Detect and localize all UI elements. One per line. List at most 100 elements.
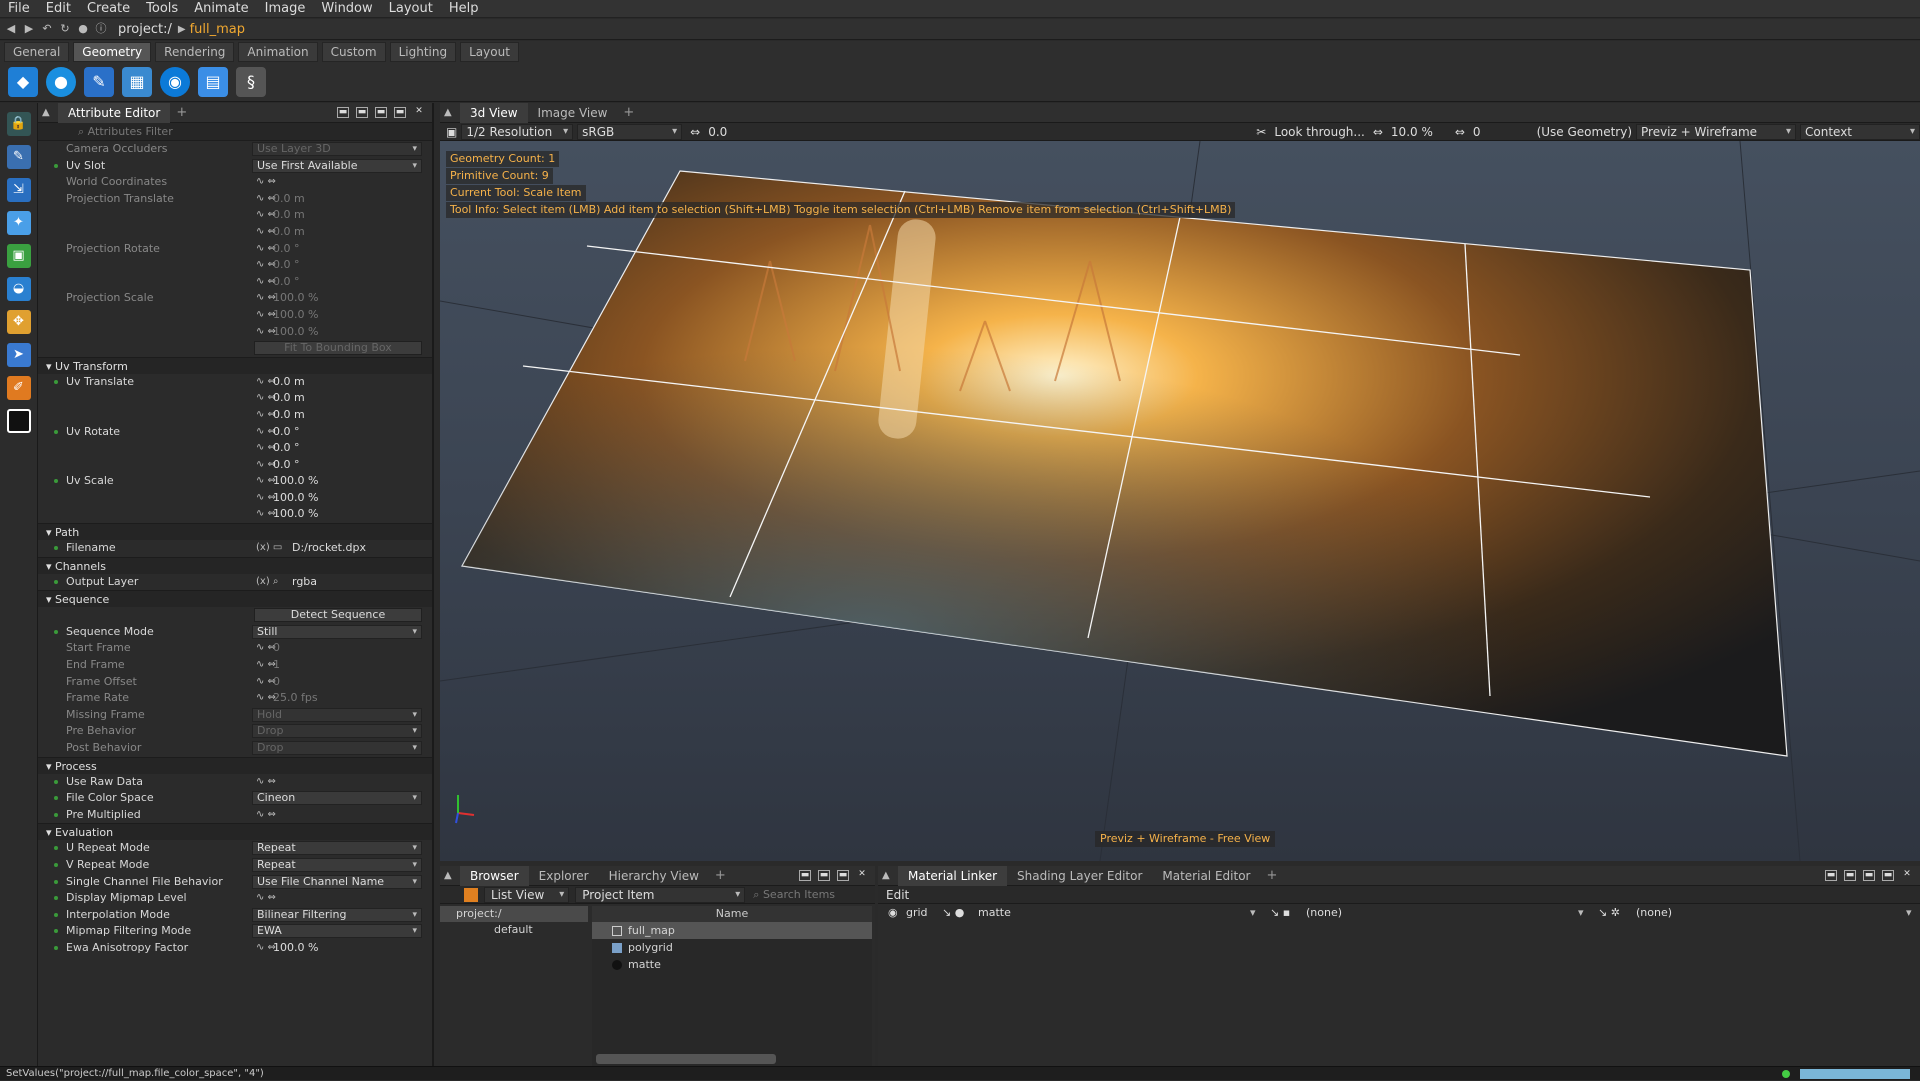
- property-value[interactable]: 0.0 °: [273, 424, 423, 441]
- tab-material-linker[interactable]: Material Linker: [898, 865, 1008, 886]
- resolution-dropdown[interactable]: 1/2 Resolution: [461, 123, 574, 140]
- shelf-tab-geometry[interactable]: Geometry: [73, 41, 152, 62]
- property-value[interactable]: 0.0 °: [273, 457, 423, 474]
- horizontal-scrollbar[interactable]: [596, 1054, 776, 1064]
- close-icon[interactable]: ✕: [1901, 870, 1913, 881]
- chevron-down-icon[interactable]: ▾: [1578, 904, 1584, 922]
- edit-menu[interactable]: Edit: [886, 888, 909, 902]
- menu-create[interactable]: Create: [79, 0, 138, 18]
- property-dropdown[interactable]: Repeat: [252, 841, 422, 856]
- item-type-dropdown[interactable]: Project Item: [575, 886, 746, 903]
- look-through-button[interactable]: Look through...: [1274, 125, 1365, 139]
- back-arrow-icon[interactable]: ◀: [4, 22, 18, 36]
- section-channels[interactable]: ▾ Channels: [38, 556, 432, 574]
- property-dropdown[interactable]: Use First Available: [252, 158, 422, 173]
- chevron-down-icon[interactable]: ▾: [1906, 904, 1912, 922]
- property-value[interactable]: 0.0 m: [273, 191, 423, 208]
- shelf-tab-rendering[interactable]: Rendering: [155, 41, 235, 62]
- section-evaluation[interactable]: ▾ Evaluation: [38, 823, 432, 841]
- layer-name[interactable]: (none): [1306, 904, 1342, 922]
- layout-icon[interactable]: ▬: [375, 107, 387, 118]
- menu-image[interactable]: Image: [257, 0, 314, 18]
- maximize-icon[interactable]: ▬: [394, 107, 406, 118]
- property-value[interactable]: 0.0 m: [273, 374, 423, 391]
- layout-icon[interactable]: ▬: [1863, 870, 1875, 881]
- lock-icon[interactable]: ▲: [42, 107, 58, 118]
- color-swatch-icon[interactable]: [6, 409, 31, 433]
- select-arrow-icon[interactable]: ➤: [6, 343, 31, 367]
- property-value[interactable]: 0.0 m: [273, 224, 423, 241]
- tree-project-root[interactable]: project:/: [440, 906, 588, 922]
- shelf-tab-general[interactable]: General: [4, 41, 70, 62]
- list-item[interactable]: matte: [592, 956, 872, 973]
- property-value[interactable]: 0.0 m: [273, 407, 423, 424]
- attributes-filter[interactable]: ⌕ Attributes Filter: [38, 123, 432, 141]
- expression-icon[interactable]: (x) ▭: [256, 540, 282, 557]
- context-dropdown[interactable]: Context: [1800, 123, 1920, 140]
- sphere-icon[interactable]: ●: [46, 66, 76, 97]
- transform-icon[interactable]: ⇲: [6, 178, 31, 202]
- maximize-icon[interactable]: ▬: [1882, 870, 1894, 881]
- property-value[interactable]: 0.0 °: [273, 257, 423, 274]
- output-layer-field[interactable]: rgba: [292, 574, 432, 591]
- property-dropdown[interactable]: Repeat: [252, 857, 422, 872]
- tab-explorer[interactable]: Explorer: [529, 866, 599, 886]
- zoom2-field[interactable]: 0: [1473, 125, 1481, 139]
- section-sequence[interactable]: ▾ Sequence: [38, 590, 432, 608]
- colorspace-dropdown[interactable]: sRGB: [577, 123, 683, 140]
- maximize-icon[interactable]: ▬: [837, 870, 849, 881]
- lock-icon[interactable]: ▲: [444, 107, 460, 118]
- property-value[interactable]: 100.0 %: [273, 473, 423, 490]
- fit-to-bounding-box-button[interactable]: Fit To Bounding Box: [254, 341, 422, 356]
- layout-icon[interactable]: ▬: [1825, 870, 1837, 881]
- property-dropdown[interactable]: Drop: [252, 741, 422, 755]
- section-uv-transform[interactable]: ▾ Uv Transform: [38, 356, 432, 374]
- lock-icon[interactable]: ▲: [882, 870, 898, 881]
- add-tab-icon[interactable]: +: [1266, 868, 1277, 883]
- property-value[interactable]: 0: [273, 674, 423, 691]
- tab-3d-view[interactable]: 3d View: [460, 102, 528, 123]
- property-value[interactable]: 100.0 %: [273, 490, 423, 507]
- section-process[interactable]: ▾ Process: [38, 756, 432, 774]
- layout-icon[interactable]: ▬: [818, 870, 830, 881]
- tab-image-view[interactable]: Image View: [528, 103, 618, 123]
- forward-arrow-icon[interactable]: ▶: [22, 22, 36, 36]
- path-current[interactable]: full_map: [190, 22, 245, 37]
- brush-icon[interactable]: ✎: [84, 66, 114, 97]
- property-dropdown[interactable]: Cineon: [252, 791, 422, 806]
- close-icon[interactable]: ✕: [413, 107, 425, 118]
- property-value[interactable]: 25.0 fps: [273, 690, 423, 707]
- stop-icon[interactable]: ●: [76, 22, 90, 36]
- layout-icon[interactable]: ▬: [1844, 870, 1856, 881]
- refresh-icon[interactable]: ↻: [58, 22, 72, 36]
- menu-help[interactable]: Help: [441, 0, 487, 18]
- close-icon[interactable]: ✕: [856, 870, 868, 881]
- property-value[interactable]: 100.0 %: [273, 307, 423, 324]
- menu-edit[interactable]: Edit: [38, 0, 79, 18]
- search-input[interactable]: ⌕ Search Items: [753, 888, 835, 902]
- chevron-down-icon[interactable]: ▾: [1250, 904, 1256, 922]
- material-link-row[interactable]: ◉ grid ↘ ● matte ▾ ↘ ▪ (none) ▾ ↘ ✲ (non…: [878, 904, 1920, 922]
- property-value[interactable]: 100.0 %: [273, 290, 423, 307]
- info-icon[interactable]: ⓘ: [94, 22, 108, 36]
- animation-curve-icon[interactable]: ∿ ⇔: [256, 774, 276, 791]
- name-column-header[interactable]: Name: [592, 906, 872, 922]
- plane-icon[interactable]: ▦: [122, 66, 152, 97]
- zoom-field[interactable]: 10.0 %: [1391, 125, 1433, 139]
- grid-map-icon[interactable]: ▤: [198, 66, 228, 97]
- tab-hierarchy-view[interactable]: Hierarchy View: [599, 866, 709, 886]
- property-value[interactable]: 0: [273, 640, 423, 657]
- scale-tool-icon[interactable]: ✥: [6, 310, 31, 334]
- list-item[interactable]: full_map: [592, 922, 872, 939]
- detect-sequence-button[interactable]: Detect Sequence: [254, 608, 422, 623]
- shield-geometry-icon[interactable]: ◆: [8, 66, 38, 97]
- lock-icon[interactable]: 🔒: [6, 112, 31, 136]
- property-value[interactable]: 0.0 m: [273, 390, 423, 407]
- layout-icon[interactable]: ▬: [337, 107, 349, 118]
- eye-icon[interactable]: ◉: [888, 904, 898, 922]
- menu-animate[interactable]: Animate: [186, 0, 256, 18]
- layer-name[interactable]: (none): [1636, 904, 1672, 922]
- tab-shading-layer-editor[interactable]: Shading Layer Editor: [1007, 866, 1152, 886]
- property-value[interactable]: 0.0 °: [273, 440, 423, 457]
- property-value[interactable]: 100.0 %: [273, 506, 423, 523]
